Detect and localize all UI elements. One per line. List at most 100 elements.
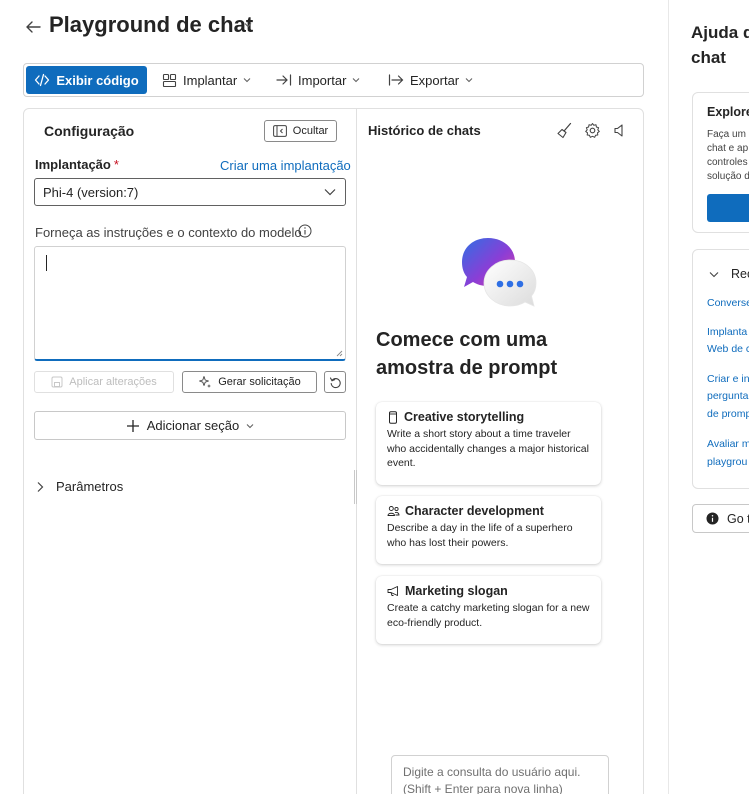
generate-prompt-button[interactable]: Gerar solicitação [182, 371, 317, 393]
resize-grip-icon[interactable] [335, 349, 343, 357]
view-code-button[interactable]: Exibir código [26, 66, 147, 94]
plus-icon [126, 419, 139, 432]
toolbar: Exibir código Implantar Importar Exporta… [23, 63, 644, 97]
explore-line: chat e ap [707, 143, 749, 154]
resources-title: Rec [731, 267, 749, 281]
explore-card: Explore Faça um chat e ap controles solu… [692, 92, 749, 233]
card-description: Describe a day in the life of a superher… [387, 522, 573, 549]
resources-card: Rec Converse Implanta Web de c Criar e i… [692, 249, 749, 489]
hide-button[interactable]: Ocultar [264, 120, 337, 142]
apply-changes-button[interactable]: Aplicar alterações [34, 371, 174, 393]
people-icon [387, 506, 400, 516]
export-label: Exportar [410, 72, 460, 88]
query-placeholder-line1: Digite a consulta do usuário aqui. [403, 765, 581, 779]
resource-link[interactable]: Implanta [707, 324, 747, 341]
info-icon[interactable] [298, 224, 312, 238]
speaker-icon[interactable] [612, 122, 629, 139]
back-arrow-icon[interactable] [24, 18, 42, 36]
save-icon [51, 376, 63, 388]
card-description: Write a short story about a time travele… [387, 428, 589, 469]
view-code-label: Exibir código [56, 72, 139, 88]
create-deployment-link[interactable]: Criar uma implantação [220, 158, 351, 173]
resource-link[interactable]: playgrou [707, 454, 747, 471]
chevron-down-icon [324, 189, 336, 196]
parameters-label: Parâmetros [56, 479, 124, 494]
explore-line: Faça um [707, 129, 746, 140]
explore-card-text: Faça um chat e ap controles solução d [707, 128, 749, 184]
deploy-label: Implantar [183, 72, 238, 88]
start-heading: Comece com uma amostra de prompt [376, 329, 558, 379]
help-panel-divider [668, 0, 669, 794]
resource-link[interactable]: Converse [707, 295, 749, 312]
import-arrow-icon [276, 74, 292, 86]
add-section-button[interactable]: Adicionar seção [34, 411, 346, 440]
code-icon [35, 73, 50, 87]
prompt-card-character[interactable]: Character development Describe a day in … [376, 496, 601, 564]
chevron-down-icon [353, 78, 360, 83]
chat-bubbles-icon [462, 238, 537, 307]
text-cursor [46, 255, 47, 271]
panel-divider [356, 109, 357, 794]
resources-expander[interactable]: Rec [709, 267, 749, 281]
user-query-input[interactable]: Digite a consulta do usuário aqui. (Shif… [391, 755, 609, 794]
prompt-card-marketing[interactable]: Marketing slogan Create a catchy marketi… [376, 576, 601, 644]
deployment-select-value: Phi-4 (version:7) [43, 185, 139, 200]
instructions-label: Forneça as instruções e o contexto do mo… [35, 225, 302, 240]
deployment-label: Implantação * [35, 157, 119, 172]
chat-history-title: Histórico de chats [368, 123, 481, 138]
generate-prompt-label: Gerar solicitação [218, 376, 301, 388]
megaphone-icon [387, 586, 398, 596]
deployment-label-text: Implantação [35, 157, 111, 172]
card-title: Marketing slogan [405, 584, 508, 598]
resource-link[interactable]: Web de c [707, 341, 749, 358]
card-title: Creative storytelling [404, 410, 525, 424]
resource-link[interactable]: pergunta [707, 388, 748, 405]
resource-link[interactable]: Criar e in [707, 371, 749, 388]
import-button[interactable]: Importar [276, 64, 360, 96]
required-mark: * [113, 157, 119, 172]
deploy-button[interactable]: Implantar [162, 64, 251, 96]
parameters-expander[interactable]: Parâmetros [36, 479, 123, 494]
reset-icon [329, 376, 341, 388]
add-section-label: Adicionar seção [146, 418, 240, 433]
explore-line: controles [707, 157, 748, 168]
resize-handle[interactable] [354, 470, 357, 504]
page-title: Playground de chat [49, 12, 254, 37]
chevron-down-icon [709, 271, 719, 277]
chevron-down-icon [246, 423, 254, 428]
reset-button[interactable] [324, 371, 346, 393]
grid-icon [162, 73, 177, 87]
go-to-button[interactable]: Go t [692, 504, 749, 533]
card-title-row: Creative storytelling [387, 410, 590, 424]
explore-line: solução d [707, 171, 749, 182]
resource-link[interactable]: de promp [707, 406, 749, 423]
explore-card-title: Explore [707, 105, 749, 119]
chevron-down-icon [465, 78, 473, 83]
chevron-down-icon [243, 78, 251, 83]
chevron-right-icon [37, 481, 44, 492]
hide-label: Ocultar [292, 125, 329, 137]
resource-link[interactable]: Avaliar m [707, 436, 749, 453]
card-title-row: Marketing slogan [387, 584, 590, 598]
deployment-select[interactable]: Phi-4 (version:7) [34, 178, 346, 206]
prompt-card-storytelling[interactable]: Creative storytelling Write a short stor… [376, 402, 601, 485]
help-panel-title: Ajuda d chat [691, 20, 749, 70]
system-message-input[interactable] [34, 246, 346, 361]
info-filled-icon [706, 512, 719, 525]
mobile-icon [389, 410, 397, 424]
export-button[interactable]: Exportar [388, 64, 473, 96]
card-title-row: Character development [387, 504, 590, 518]
sparkle-icon [199, 376, 212, 388]
query-placeholder-line2: (Shift + Enter para nova linha) [403, 782, 563, 794]
go-to-label: Go t [727, 511, 749, 526]
apply-changes-label: Aplicar alterações [69, 376, 157, 388]
config-title: Configuração [44, 123, 135, 139]
chevron-down-icon[interactable] [243, 20, 253, 30]
broom-icon[interactable] [556, 122, 573, 139]
help-title-line1: Ajuda d [691, 23, 749, 42]
card-title: Character development [405, 504, 544, 518]
explore-card-button[interactable] [707, 194, 749, 222]
gear-icon[interactable] [584, 122, 601, 139]
import-label: Importar [298, 72, 347, 88]
help-title-line2: chat [691, 48, 726, 67]
